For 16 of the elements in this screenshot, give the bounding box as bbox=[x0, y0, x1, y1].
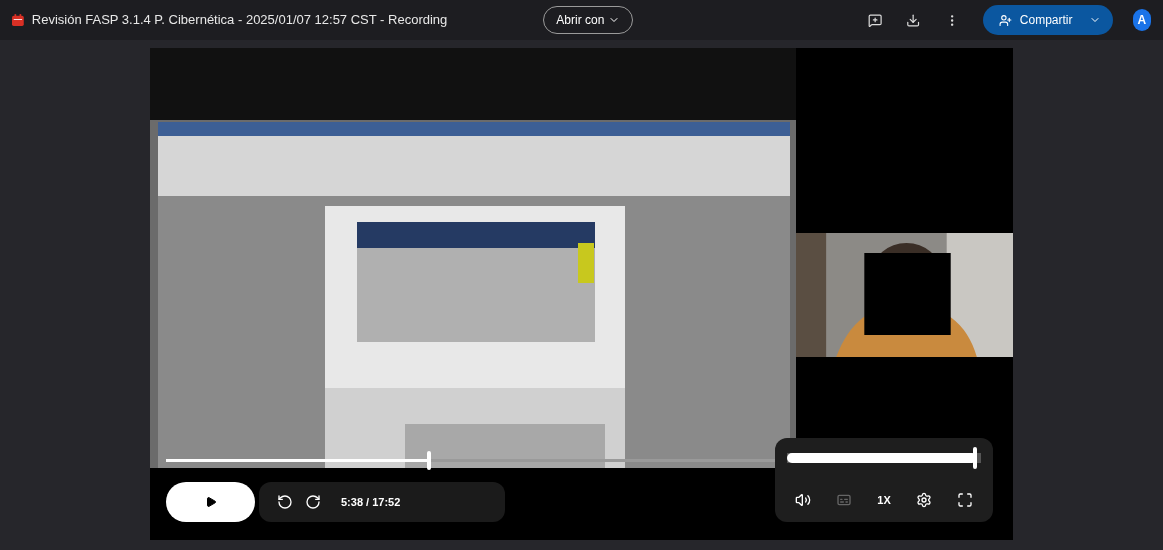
volume-icon[interactable] bbox=[795, 492, 812, 508]
speed-button[interactable]: 1X bbox=[877, 491, 891, 509]
rewind-icon[interactable] bbox=[277, 494, 293, 510]
fullscreen-icon[interactable] bbox=[956, 492, 973, 508]
share-button[interactable]: Compartir bbox=[982, 5, 1113, 35]
volume-handle[interactable] bbox=[973, 447, 978, 469]
avatar[interactable]: A bbox=[1132, 9, 1151, 31]
time-display: 5:38 / 17:52 bbox=[341, 494, 401, 510]
play-button[interactable] bbox=[166, 482, 255, 522]
calendar-icon bbox=[12, 13, 24, 27]
add-comment-icon[interactable] bbox=[867, 11, 883, 29]
document-title: Revisión FASP 3.1.4 P. Cibernética - 2025/01/07 12:57 CST - Recording bbox=[31, 11, 448, 30]
people-icon bbox=[998, 13, 1012, 27]
play-icon bbox=[204, 496, 217, 508]
forward-icon[interactable] bbox=[305, 494, 321, 510]
settings-icon[interactable] bbox=[915, 492, 932, 508]
